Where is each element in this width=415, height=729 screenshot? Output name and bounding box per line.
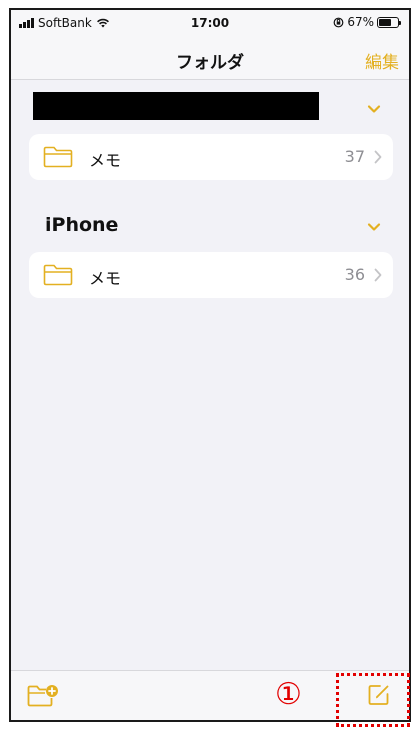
- chevron-down-icon[interactable]: [365, 100, 383, 118]
- phone-screen: SoftBank 17:00 67% フォルダ 編集 メモ 37 iPhone …: [9, 8, 411, 722]
- folder-label: メモ: [89, 151, 122, 170]
- battery-icon: [377, 16, 401, 28]
- redacted-account-name: [33, 92, 319, 120]
- section-header-account[interactable]: [33, 92, 389, 124]
- chevron-right-icon: [374, 150, 382, 164]
- new-folder-icon[interactable]: [27, 683, 59, 709]
- status-bar: SoftBank 17:00 67%: [11, 10, 409, 36]
- page-title: フォルダ: [176, 53, 244, 73]
- folder-icon: [43, 264, 73, 286]
- annotation-highlight-box: [336, 673, 410, 727]
- chevron-right-icon: [374, 268, 382, 282]
- battery-fill: [379, 18, 392, 26]
- edit-button[interactable]: 編集: [365, 48, 399, 73]
- folder-row-memo-iphone[interactable]: メモ 36: [29, 252, 393, 298]
- annotation-number: ①: [275, 677, 302, 712]
- folder-count: 36: [344, 265, 365, 284]
- chevron-down-icon[interactable]: [365, 218, 383, 236]
- section-title: iPhone: [45, 214, 119, 236]
- folder-label: メモ: [89, 269, 122, 288]
- folder-icon: [43, 146, 73, 168]
- orientation-lock-icon: [333, 17, 344, 27]
- section-header-iphone[interactable]: iPhone: [33, 210, 389, 242]
- status-right: 67%: [333, 15, 401, 29]
- battery-percent: 67%: [347, 15, 374, 29]
- folder-count: 37: [344, 147, 365, 166]
- nav-bar: フォルダ 編集: [11, 36, 409, 80]
- folder-row-memo-account[interactable]: メモ 37: [29, 134, 393, 180]
